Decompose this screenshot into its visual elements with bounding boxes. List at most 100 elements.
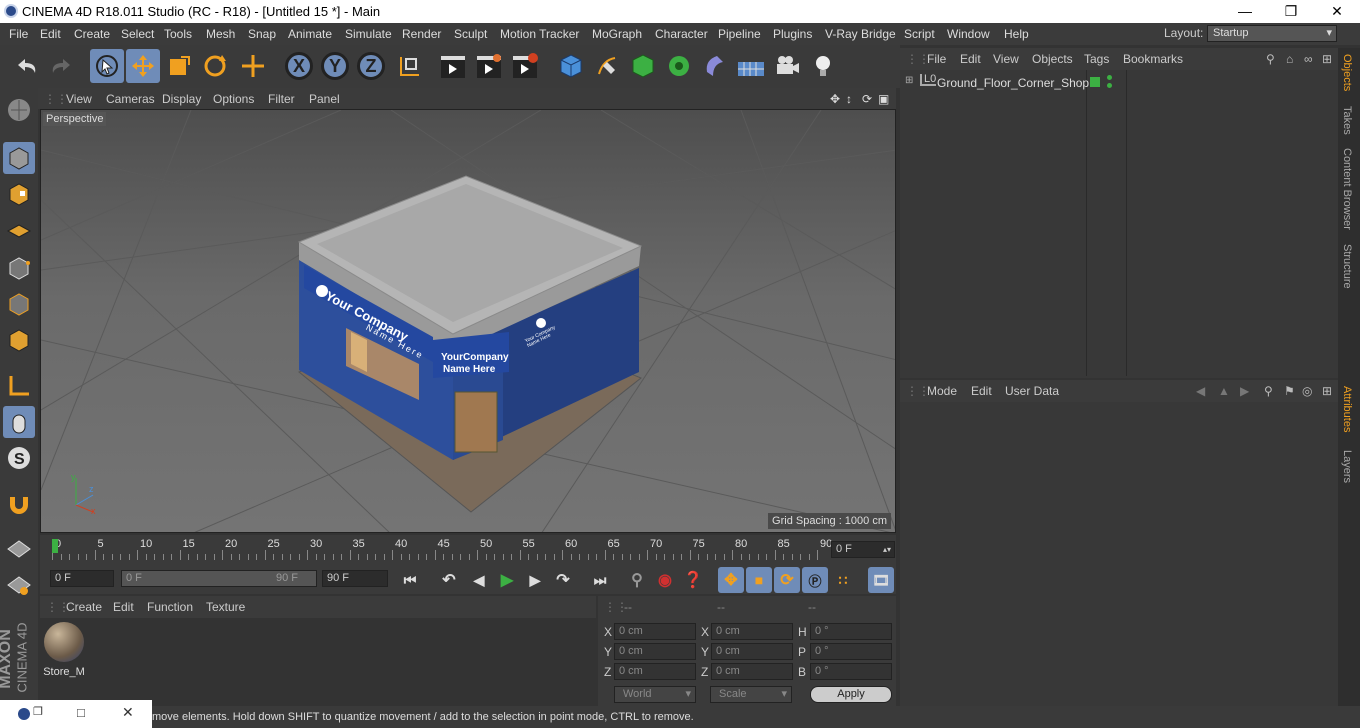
apply-button[interactable]: Apply	[810, 686, 892, 703]
menu-mesh[interactable]: Mesh	[206, 27, 235, 41]
tab-attributes[interactable]: Attributes	[1341, 386, 1353, 432]
object-menu-objects[interactable]: Objects	[1032, 52, 1073, 66]
menu-character[interactable]: Character	[655, 27, 708, 41]
menu-file[interactable]: File	[9, 27, 28, 41]
play-button[interactable]: ▶	[494, 567, 520, 593]
menu-script[interactable]: Script	[904, 27, 935, 41]
editor-visibility-dot-icon[interactable]	[1107, 75, 1112, 80]
menu-help[interactable]: Help	[1004, 27, 1029, 41]
tab-takes[interactable]: Takes	[1341, 106, 1353, 135]
render-settings-button[interactable]	[508, 49, 542, 83]
goto-end-button[interactable]: ⏭	[586, 567, 614, 593]
menu-render[interactable]: Render	[402, 27, 441, 41]
viewport-rotate-icon[interactable]: ⟳	[862, 92, 872, 106]
new-panel-icon[interactable]: ⊞	[1322, 52, 1332, 66]
cloner-button[interactable]	[662, 49, 696, 83]
maximize-icon[interactable]: □	[77, 705, 85, 720]
viewport-menu-display[interactable]: Display	[162, 92, 201, 106]
menu-vray-bridge[interactable]: V-Ray Bridge	[825, 27, 896, 41]
goto-start-button[interactable]: ⏮	[396, 567, 424, 593]
subdivision-button[interactable]	[626, 49, 660, 83]
prev-key-button[interactable]: ↶	[436, 567, 462, 593]
key-position-button[interactable]: ✥	[718, 567, 744, 593]
prev-frame-button[interactable]: ◀	[466, 567, 492, 593]
material-item[interactable]: Store_M	[42, 620, 86, 680]
timeline-ruler[interactable]: 0 5 10 15 20 25 30 35 40 45 50 55 60 65 70 75 80 85 90 0 F…	[40, 535, 896, 565]
perspective-viewport[interactable]: y z x Your Company Name Here YourCompany…	[40, 109, 896, 533]
object-menu-bookmarks[interactable]: Bookmarks	[1123, 52, 1183, 66]
x-axis-button[interactable]: X	[282, 49, 316, 83]
viewport-move-icon[interactable]: ✥	[830, 92, 840, 106]
back-arrow-icon[interactable]: ◀	[1196, 384, 1205, 398]
menu-window[interactable]: Window	[947, 27, 990, 41]
end-frame-field[interactable]: 90 F	[322, 570, 388, 587]
render-visibility-dot-icon[interactable]	[1107, 83, 1112, 88]
viewport-menu-filter[interactable]: Filter	[268, 92, 295, 106]
tab-layers[interactable]: Layers	[1341, 450, 1353, 483]
attribute-menu-user-data[interactable]: User Data	[1005, 384, 1059, 398]
points-mode-button[interactable]	[3, 252, 35, 284]
menu-simulate[interactable]: Simulate	[345, 27, 392, 41]
locked-workplane-button[interactable]	[3, 568, 35, 600]
expand-icon[interactable]: ⊞	[905, 75, 913, 86]
menu-mograph[interactable]: MoGraph	[592, 27, 642, 41]
make-editable-button[interactable]	[3, 94, 35, 126]
key-parameter-button[interactable]: Ⓟ	[802, 567, 828, 593]
menu-edit[interactable]: Edit	[40, 27, 61, 41]
motion-record-button[interactable]: ⚲	[624, 567, 650, 593]
menu-plugins[interactable]: Plugins	[773, 27, 812, 41]
viewport-menu-view[interactable]: View	[66, 92, 92, 106]
viewport-menu-cameras[interactable]: Cameras	[106, 92, 155, 106]
key-rotation-button[interactable]: ⟳	[774, 567, 800, 593]
start-frame-field[interactable]: 0 F	[50, 570, 114, 587]
menu-animate[interactable]: Animate	[288, 27, 332, 41]
workplane-mode-button[interactable]	[3, 214, 35, 246]
size-x-field[interactable]: 0 cm	[711, 623, 793, 640]
menu-tools[interactable]: Tools	[164, 27, 192, 41]
camera-button[interactable]	[770, 49, 804, 83]
next-key-button[interactable]: ↷	[550, 567, 576, 593]
viewport-zoom-icon[interactable]: ↕	[846, 92, 852, 106]
minimize-button[interactable]: —	[1222, 0, 1268, 23]
object-row[interactable]: ⊞ L0 Ground_Floor_Corner_Shop	[900, 73, 1338, 91]
menu-select[interactable]: Select	[121, 27, 154, 41]
menu-create[interactable]: Create	[74, 27, 110, 41]
material-menu-edit[interactable]: Edit	[113, 600, 134, 614]
record-active-button[interactable]: ◉	[652, 567, 678, 593]
coordinate-system-button[interactable]	[392, 49, 426, 83]
pos-z-field[interactable]: 0 cm	[614, 663, 696, 680]
texture-mode-button[interactable]	[3, 178, 35, 210]
material-menu-texture[interactable]: Texture	[206, 600, 245, 614]
current-frame-field[interactable]: 0 F ▴▾	[831, 541, 895, 558]
tab-structure[interactable]: Structure	[1341, 244, 1353, 289]
size-mode-select[interactable]: Scale ▾	[710, 686, 792, 703]
last-tool-button[interactable]	[236, 49, 270, 83]
restore-icon[interactable]: ❐	[33, 705, 43, 718]
model-mode-button[interactable]	[3, 142, 35, 174]
tab-content-browser[interactable]: Content Browser	[1341, 148, 1353, 230]
menu-pipeline[interactable]: Pipeline	[718, 27, 761, 41]
cube-button[interactable]	[554, 49, 588, 83]
edges-mode-button[interactable]	[3, 288, 35, 320]
size-z-field[interactable]: 0 cm	[711, 663, 793, 680]
rot-b-field[interactable]: 0 °	[810, 663, 892, 680]
playhead[interactable]	[52, 539, 58, 553]
magnet-button[interactable]	[3, 488, 35, 520]
key-scale-button[interactable]: ■	[746, 567, 772, 593]
undo-button[interactable]	[9, 49, 43, 83]
menu-snap[interactable]: Snap	[248, 27, 276, 41]
enable-axis-button[interactable]	[3, 370, 35, 402]
live-selection-button[interactable]	[90, 49, 124, 83]
rot-p-field[interactable]: 0 °	[810, 643, 892, 660]
minimized-window-tab[interactable]: ❐ □ ✕	[0, 700, 152, 728]
search-icon[interactable]: ⚲	[1266, 52, 1275, 66]
scale-tool-button[interactable]	[162, 49, 196, 83]
light-button[interactable]	[806, 49, 840, 83]
viewport-menu-panel[interactable]: Panel	[309, 92, 340, 106]
lock-icon[interactable]: ⚑	[1284, 384, 1295, 398]
visibility-check-icon[interactable]	[1090, 77, 1100, 87]
frame-range-slider[interactable]: 0 F 90 F	[121, 570, 317, 587]
menu-motion-tracker[interactable]: Motion Tracker	[500, 27, 579, 41]
y-axis-button[interactable]: Y	[318, 49, 352, 83]
object-menu-file[interactable]: File	[927, 52, 946, 66]
